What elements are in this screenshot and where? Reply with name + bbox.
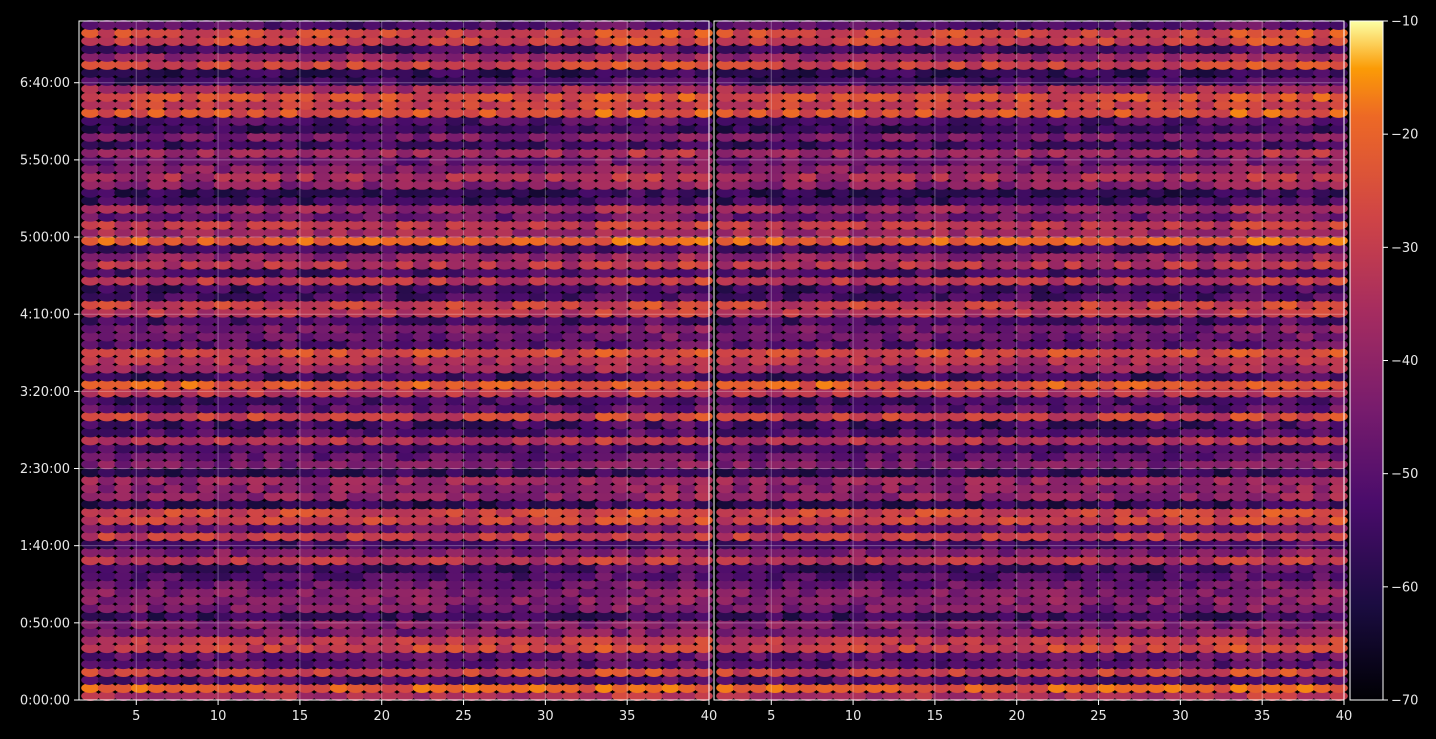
spectrogram-chart: 0:00:000:50:001:40:002:30:003:20:004:10:… <box>20 15 1419 725</box>
heatmap-panel-left <box>78 20 713 701</box>
heatmap-cells-right <box>716 20 1348 701</box>
heatmap-cells-left <box>81 20 713 701</box>
heatmap-panel-right <box>713 20 1348 701</box>
